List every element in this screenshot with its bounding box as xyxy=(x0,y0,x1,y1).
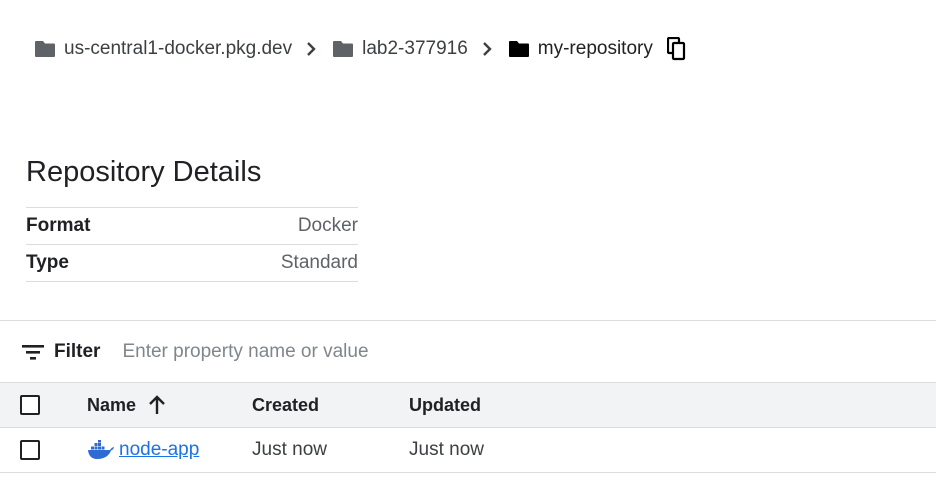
details-row-format: Format Docker xyxy=(26,207,358,245)
repository-page: us-central1-docker.pkg.dev lab2-377916 m… xyxy=(0,0,936,500)
row-select-cell xyxy=(0,440,87,460)
details-table: Format Docker Type Standard xyxy=(26,207,358,282)
copy-icon[interactable] xyxy=(666,37,687,61)
breadcrumb: us-central1-docker.pkg.dev lab2-377916 m… xyxy=(34,36,687,62)
column-header-created[interactable]: Created xyxy=(252,395,409,416)
column-header-label: Name xyxy=(87,394,137,415)
breadcrumb-label: us-central1-docker.pkg.dev xyxy=(64,38,293,59)
artifact-link[interactable]: node-app xyxy=(87,439,199,461)
folder-icon xyxy=(35,41,55,57)
row-checkbox[interactable] xyxy=(20,440,40,460)
select-all-cell xyxy=(0,395,87,415)
details-key: Type xyxy=(26,244,178,282)
chevron-right-icon xyxy=(306,41,316,57)
breadcrumb-label: lab2-377916 xyxy=(362,38,468,59)
artifact-name: node-app xyxy=(119,439,200,460)
breadcrumb-item-project[interactable]: lab2-377916 xyxy=(332,38,468,60)
filter-input[interactable] xyxy=(120,340,625,364)
select-all-checkbox[interactable] xyxy=(20,395,40,415)
breadcrumb-item-registry[interactable]: us-central1-docker.pkg.dev xyxy=(34,38,292,60)
chevron-right-icon xyxy=(482,41,492,57)
column-header-name[interactable]: Name xyxy=(87,395,252,416)
details-key: Format xyxy=(26,207,178,245)
filter-bar: Filter xyxy=(0,320,936,383)
filter-label: Filter xyxy=(54,341,101,362)
details-value: Standard xyxy=(177,244,358,282)
created-cell: Just now xyxy=(252,439,327,460)
details-row-type: Type Standard xyxy=(26,244,358,282)
filter-icon[interactable] xyxy=(22,344,44,360)
name-cell: node-app xyxy=(87,439,252,461)
docker-icon xyxy=(87,440,115,460)
table-row: node-app Just now Just now xyxy=(0,427,936,473)
artifacts-table: Name Created Updated node-app Just now J… xyxy=(0,382,936,473)
folder-icon xyxy=(333,41,354,57)
details-value: Docker xyxy=(177,207,358,245)
breadcrumb-item-repository: my-repository xyxy=(508,38,653,60)
details-title: Repository Details xyxy=(26,156,262,188)
breadcrumb-label: my-repository xyxy=(537,38,653,59)
folder-icon xyxy=(508,41,529,57)
arrow-up-icon[interactable] xyxy=(148,395,166,415)
updated-cell: Just now xyxy=(409,439,484,460)
column-header-updated[interactable]: Updated xyxy=(409,395,609,416)
table-header-row: Name Created Updated xyxy=(0,382,936,427)
